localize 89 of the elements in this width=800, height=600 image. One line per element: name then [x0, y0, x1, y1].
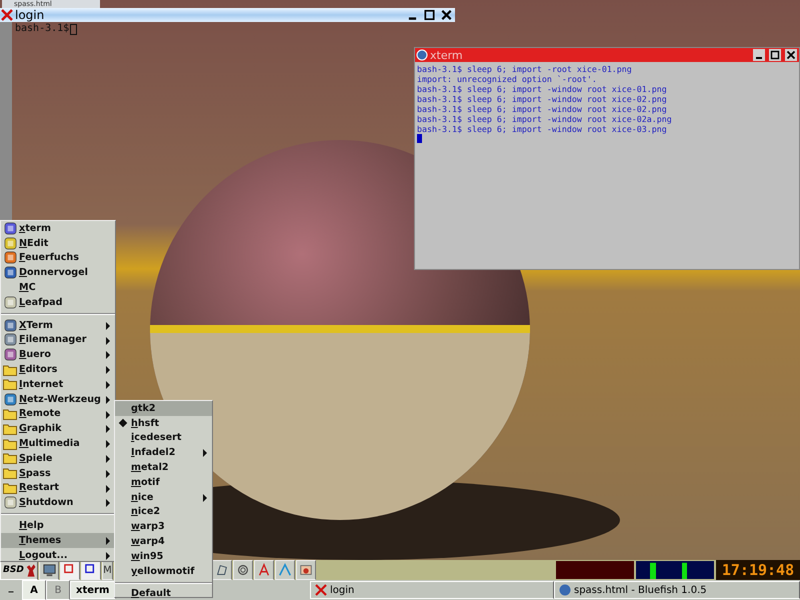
menu-item[interactable]: xterm: [1, 221, 115, 236]
menu-item[interactable]: Shutdown: [1, 495, 115, 510]
window-title: login: [15, 8, 44, 22]
folder-icon: [3, 408, 17, 420]
folder-icon: [3, 452, 17, 464]
title-bar[interactable]: login: [0, 8, 455, 22]
window-icon[interactable]: [60, 560, 80, 580]
menu-item[interactable]: metal2: [115, 460, 212, 475]
folder-icon: [3, 482, 17, 494]
window-title: xterm: [430, 48, 463, 62]
terminal-line: bash-3.1$ sleep 6; import -window root xice-02.png: [417, 104, 668, 114]
menu-item[interactable]: yellowmotif: [115, 564, 212, 579]
task-button[interactable]: spass.html - Bluefish 1.0.5: [554, 581, 800, 599]
menu-item[interactable]: Filemanager: [1, 332, 115, 348]
menu-item[interactable]: Leafpad: [1, 294, 115, 310]
maximize-icon[interactable]: [423, 9, 436, 21]
folder-icon: [3, 422, 17, 435]
menu-item[interactable]: XTerm: [1, 318, 115, 333]
menu-item[interactable]: Feuerfuchs: [1, 250, 115, 266]
menu-item[interactable]: Default: [115, 586, 212, 600]
submenu-arrow-icon: [203, 449, 207, 458]
menu-item[interactable]: nice2: [115, 504, 212, 520]
maximize-button[interactable]: [769, 49, 781, 61]
x-logo-icon: [315, 584, 327, 596]
menu-item[interactable]: Donnervogel: [1, 265, 115, 280]
task-button[interactable]: login: [310, 581, 554, 599]
clock: 17:19:48: [716, 560, 800, 580]
terminal-line: import: unrecognized option `-root'.: [417, 74, 598, 84]
image-icon[interactable]: [296, 560, 316, 580]
menu-item[interactable]: Graphik: [1, 421, 115, 436]
terminal-line: bash-3.1$ sleep 6; import -root xice-01.png: [417, 64, 633, 74]
menu-item[interactable]: Multimedia: [1, 436, 115, 451]
menu-item[interactable]: Spass: [1, 466, 115, 481]
menu-item[interactable]: nice: [115, 490, 212, 505]
menu-item[interactable]: Restart: [1, 480, 115, 496]
menu-item[interactable]: MC: [1, 280, 115, 295]
start-button[interactable]: BSD: [0, 560, 38, 580]
close-icon[interactable]: [440, 9, 453, 21]
workspace-button[interactable]: A: [22, 580, 46, 600]
folder-icon: [3, 364, 17, 376]
terminal-line: bash-3.1$ sleep 6; import -window root xice-03.png: [417, 124, 668, 134]
menu-item[interactable]: Spiele: [1, 450, 115, 466]
app-icon: [4, 296, 16, 309]
app-icon: [4, 222, 16, 235]
terminal-line: bash-3.1$ sleep 6; import -window root xice-01.png: [417, 84, 668, 94]
minimize-button[interactable]: _: [0, 580, 22, 600]
menu-item[interactable]: Remote: [1, 406, 115, 422]
app-icon: [4, 392, 16, 406]
menu-item[interactable]: warp3: [115, 519, 212, 534]
menu-item[interactable]: Themes: [1, 532, 115, 548]
minimize-button[interactable]: [753, 49, 765, 61]
menu-item[interactable]: Help: [1, 518, 115, 533]
app-icon: [4, 251, 16, 264]
app-icon: [4, 318, 16, 332]
monitor-icon[interactable]: [39, 560, 59, 580]
bullet-icon: [118, 418, 128, 428]
menu-item[interactable]: Internet: [1, 376, 115, 392]
app-icon: [4, 266, 16, 280]
folder-icon: [3, 467, 17, 480]
submenu-arrow-icon: [203, 494, 207, 502]
x-logo-icon: [1, 9, 13, 21]
app-icon: [4, 333, 16, 346]
menu-item[interactable]: motif: [115, 474, 212, 490]
menu-item[interactable]: Buero: [1, 347, 115, 362]
menu-item[interactable]: Editors: [1, 362, 115, 377]
menu-item[interactable]: gtk2: [115, 401, 212, 416]
menu-item[interactable]: win95: [115, 548, 212, 564]
menu-item[interactable]: Infadel2: [115, 445, 212, 460]
text-cursor: [417, 134, 422, 143]
terminal-line: bash-3.1$ sleep 6; import -window root xice-02.png: [417, 94, 668, 104]
window-icon[interactable]: [81, 560, 101, 580]
menu-item[interactable]: NEdit: [1, 236, 115, 251]
launcher-button[interactable]: M: [102, 560, 113, 580]
folder-icon: [3, 378, 17, 390]
menu-item[interactable]: icedesert: [115, 430, 212, 446]
folder-icon: [3, 438, 17, 450]
close-button[interactable]: [785, 49, 797, 61]
task-button[interactable]: xterm: [70, 581, 116, 599]
menu-item[interactable]: Netz-Werkzeug: [1, 392, 115, 407]
app-icon: [4, 236, 16, 250]
menu-item[interactable]: warp4: [115, 534, 212, 549]
globe-icon: [416, 49, 428, 61]
app-icon: [4, 496, 16, 510]
shell-prompt: bash-3.1$: [15, 23, 70, 34]
app-icon: [4, 348, 16, 362]
menu-item[interactable]: hhsft: [115, 416, 212, 431]
text-cursor: [70, 24, 77, 35]
terminal-line: bash-3.1$ sleep 6; import -window root xice-02a.png: [417, 114, 673, 124]
globe-icon: [559, 584, 571, 596]
